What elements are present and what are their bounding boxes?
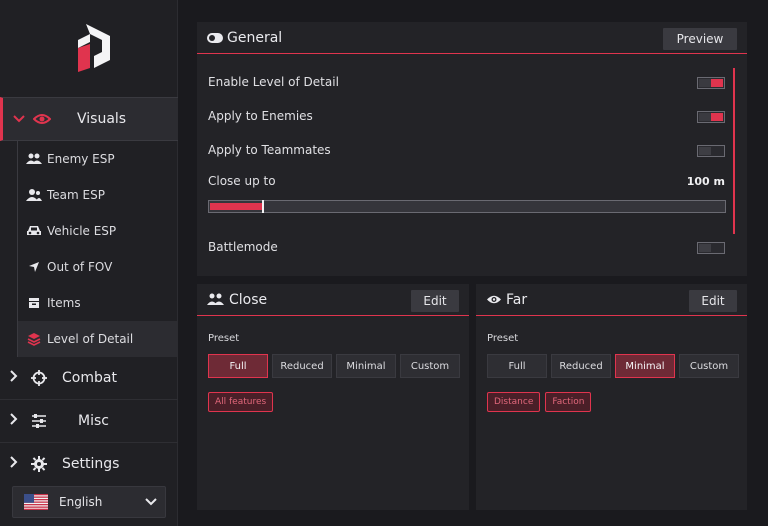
preset-label: Preset [487, 333, 519, 344]
chevron-right-icon [10, 456, 24, 472]
sidebar-item-label: Level of Detail [47, 332, 134, 346]
gear-icon [30, 455, 48, 473]
sidebar: Visuals Enemy ESP Team ESP Vehicle ESP O… [0, 0, 178, 526]
layers-icon [26, 332, 42, 346]
toggle-icon [207, 32, 223, 43]
nav-visuals[interactable]: Visuals [0, 97, 178, 141]
nav-combat[interactable]: Combat [0, 357, 178, 400]
sidebar-item-label: Enemy ESP [47, 152, 115, 166]
far-preset-group: Full Reduced Minimal Custom [487, 354, 739, 378]
panel-title: Close [229, 291, 268, 308]
feature-tag: Distance [487, 392, 541, 412]
sidebar-item-label: Team ESP [47, 188, 105, 202]
nav-settings-label: Settings [62, 456, 120, 472]
scrollbar[interactable] [733, 68, 735, 234]
users-icon [207, 293, 225, 306]
visuals-submenu: Enemy ESP Team ESP Vehicle ESP Out of FO… [17, 141, 178, 357]
close-up-to-label: Close up to [208, 174, 276, 188]
sidebar-item-label: Items [47, 296, 81, 310]
enable-lod-toggle[interactable] [697, 77, 725, 89]
close-up-to-value: 100 m [686, 175, 725, 188]
chevron-right-icon [10, 413, 24, 429]
feature-tag: Faction [545, 392, 592, 412]
far-panel-header: Far Edit [476, 284, 747, 316]
nav-misc[interactable]: Misc [0, 400, 178, 443]
preset-full-button[interactable]: Full [487, 354, 547, 378]
preset-custom-button[interactable]: Custom [679, 354, 739, 378]
preset-custom-button[interactable]: Custom [400, 354, 460, 378]
close-feature-tags: All features [208, 392, 274, 412]
close-preset-group: Full Reduced Minimal Custom [208, 354, 460, 378]
panel-title: General [227, 29, 283, 46]
preset-minimal-button[interactable]: Minimal [615, 354, 675, 378]
preset-full-button[interactable]: Full [208, 354, 268, 378]
sidebar-item-team-esp[interactable]: Team ESP [18, 177, 178, 213]
user-group-icon [26, 188, 42, 202]
far-feature-tags: Distance Faction [487, 392, 592, 412]
apply-teammates-label: Apply to Teammates [208, 143, 331, 157]
sidebar-item-items[interactable]: Items [18, 285, 178, 321]
battlemode-toggle[interactable] [697, 242, 725, 254]
location-arrow-icon [26, 260, 42, 274]
language-value: English [59, 495, 103, 509]
crosshair-icon [30, 369, 48, 387]
preset-reduced-button[interactable]: Reduced [272, 354, 332, 378]
sidebar-item-vehicle-esp[interactable]: Vehicle ESP [18, 213, 178, 249]
eye-icon [486, 294, 502, 305]
nav-misc-label: Misc [78, 413, 109, 429]
car-icon [26, 224, 42, 238]
feature-tag: All features [208, 392, 274, 412]
users-icon [26, 152, 42, 166]
app-logo [78, 24, 110, 72]
sliders-icon [30, 412, 48, 430]
language-select[interactable]: English [12, 486, 166, 518]
slider-thumb[interactable] [262, 200, 264, 213]
sidebar-item-out-of-fov[interactable]: Out of FOV [18, 249, 178, 285]
eye-icon [33, 110, 51, 128]
close-up-to-slider[interactable] [208, 200, 726, 213]
us-flag-icon [24, 494, 48, 510]
edit-button[interactable]: Edit [689, 290, 737, 312]
close-panel: Close Edit Preset Full Reduced Minimal C… [197, 284, 469, 510]
chevron-down-icon [13, 112, 27, 127]
apply-teammates-toggle[interactable] [697, 145, 725, 157]
close-panel-header: Close Edit [197, 284, 469, 316]
panel-title: Far [506, 291, 528, 308]
sidebar-item-enemy-esp[interactable]: Enemy ESP [18, 141, 178, 177]
apply-enemies-label: Apply to Enemies [208, 109, 313, 123]
chevron-right-icon [10, 370, 24, 386]
slider-fill [210, 203, 262, 210]
nav-combat-label: Combat [62, 370, 117, 386]
box-icon [26, 296, 42, 310]
apply-enemies-toggle[interactable] [697, 111, 725, 123]
preset-minimal-button[interactable]: Minimal [336, 354, 396, 378]
sidebar-item-label: Vehicle ESP [47, 224, 117, 238]
sidebar-item-label: Out of FOV [47, 260, 113, 274]
enable-lod-label: Enable Level of Detail [208, 75, 339, 89]
sidebar-item-level-of-detail[interactable]: Level of Detail [18, 321, 178, 357]
general-panel: General Preview Enable Level of Detail A… [197, 22, 747, 276]
nav-settings[interactable]: Settings [0, 443, 178, 485]
far-panel: Far Edit Preset Full Reduced Minimal Cus… [476, 284, 747, 510]
preview-button[interactable]: Preview [663, 28, 737, 50]
preset-label: Preset [208, 333, 240, 344]
battlemode-label: Battlemode [208, 240, 278, 254]
preset-reduced-button[interactable]: Reduced [551, 354, 611, 378]
edit-button[interactable]: Edit [411, 290, 459, 312]
nav-visuals-label: Visuals [77, 111, 127, 127]
chevron-down-icon [145, 495, 157, 509]
general-panel-header: General Preview [197, 22, 747, 54]
